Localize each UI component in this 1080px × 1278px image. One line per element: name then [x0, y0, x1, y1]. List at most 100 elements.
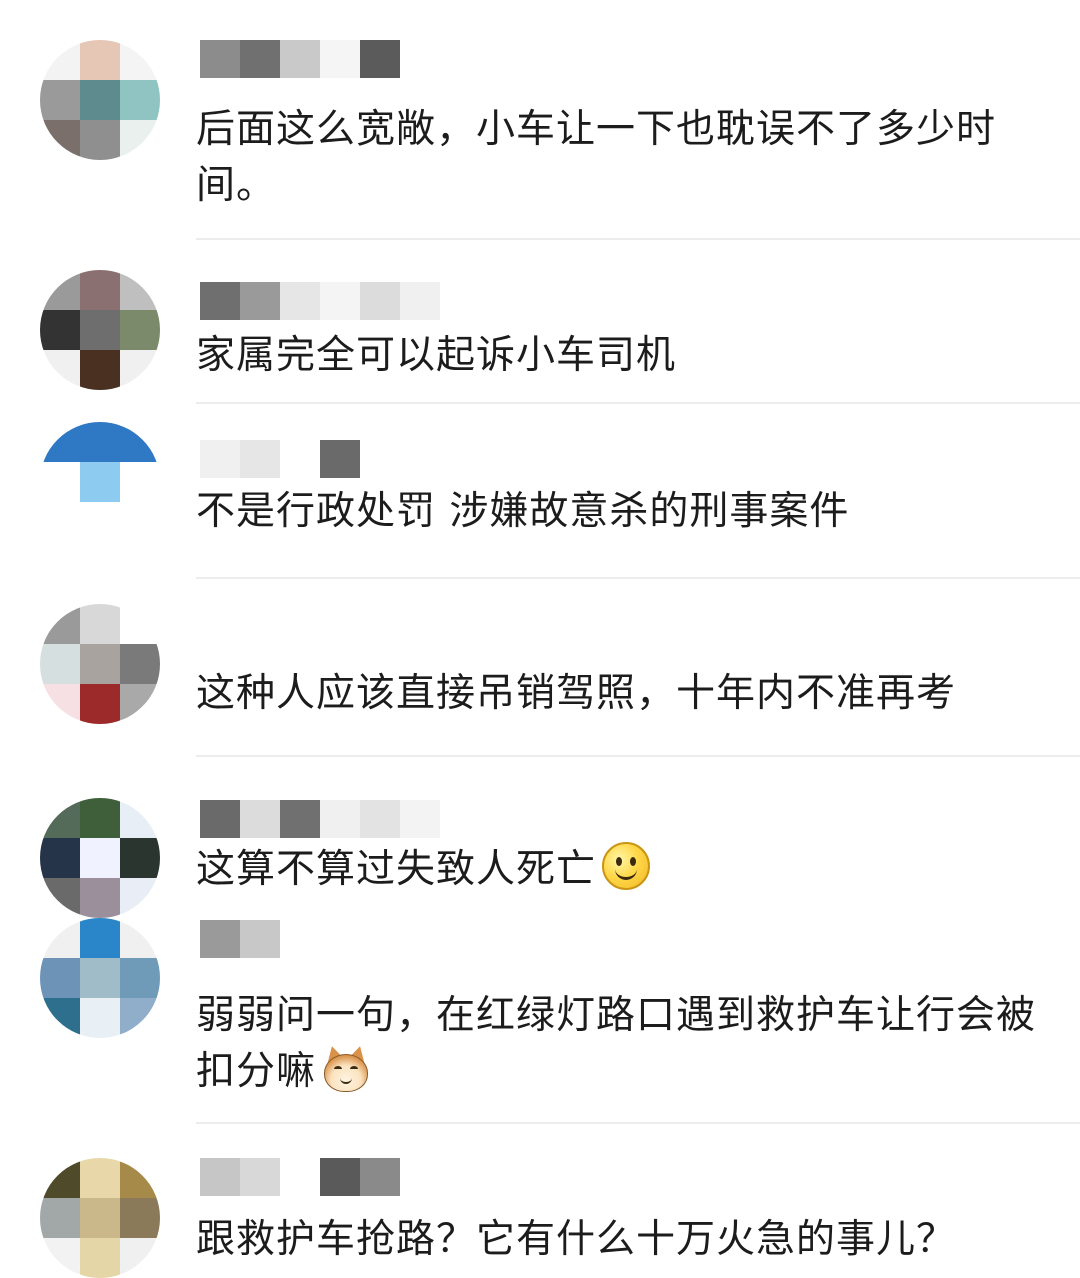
comment-item[interactable]: 不是行政处罚 涉嫌故意杀的刑事案件 [0, 404, 1080, 574]
avatar-pixel [40, 1238, 80, 1278]
avatar[interactable] [40, 604, 160, 724]
username-pixel [280, 1158, 320, 1196]
avatar-pixel [120, 350, 160, 390]
avatar-pixel [40, 40, 80, 80]
username-pixel [240, 920, 280, 958]
avatar-pixel [80, 422, 120, 462]
username-mosaic[interactable] [200, 40, 440, 78]
username-pixel [360, 282, 400, 320]
avatar[interactable] [40, 422, 160, 542]
avatar-pixel [40, 798, 80, 838]
avatar-pixel [120, 40, 160, 80]
avatar-pixel [120, 838, 160, 878]
avatar-pixel [80, 604, 120, 644]
username-pixel [320, 1158, 360, 1196]
username-pixel [280, 440, 320, 478]
username-pixel [400, 282, 440, 320]
avatar-pixel [40, 80, 80, 120]
avatar-pixel [40, 644, 80, 684]
avatar-pixel [120, 798, 160, 838]
avatar-pixel [80, 502, 120, 542]
comment-item[interactable]: 这算不算过失致人死亡 [0, 758, 1080, 918]
username-pixel [240, 604, 280, 642]
avatar-pixel [40, 684, 80, 724]
avatar-pixel [80, 918, 120, 958]
username-pixel [200, 920, 240, 958]
username-pixel [240, 800, 280, 838]
username-mosaic[interactable] [200, 440, 440, 478]
username-pixel [240, 1158, 280, 1196]
username-mosaic[interactable] [200, 282, 440, 320]
username-pixel [280, 800, 320, 838]
avatar-pixel [40, 310, 80, 350]
avatar-pixel [40, 1158, 80, 1198]
username-pixel [200, 440, 240, 478]
avatar-pixel [120, 422, 160, 462]
username-mosaic[interactable] [200, 800, 440, 838]
avatar-pixel [40, 502, 80, 542]
username-pixel [400, 440, 440, 478]
avatar-pixel [40, 838, 80, 878]
avatar[interactable] [40, 918, 160, 1038]
username-pixel [320, 604, 360, 642]
comment-item[interactable]: 跟救护车抢路？它有什么十万火急的事儿？ [0, 1124, 1080, 1278]
avatar-pixel [120, 502, 160, 542]
avatar-pixel [120, 1198, 160, 1238]
avatar-pixel [80, 1238, 120, 1278]
avatar[interactable] [40, 40, 160, 160]
avatar-pixel [80, 350, 120, 390]
avatar[interactable] [40, 1158, 160, 1278]
username-pixel [240, 40, 280, 78]
comment-text: 这种人应该直接吊销驾照，十年内不准再考 [196, 671, 957, 716]
avatar-pixel [80, 958, 120, 998]
avatar-pixel [40, 120, 80, 160]
avatar-pixel [120, 998, 160, 1038]
avatar-pixel [80, 310, 120, 350]
avatar-pixel [120, 1238, 160, 1278]
comment-text: 弱弱问一句，在红绿灯路口遇到救护车让行会被扣分嘛 [196, 988, 1056, 1100]
username-pixel [320, 440, 360, 478]
avatar-pixel [80, 798, 120, 838]
avatar-pixel [80, 684, 120, 724]
divider [196, 755, 1080, 757]
username-mosaic[interactable] [200, 920, 280, 958]
avatar-pixel [80, 998, 120, 1038]
comment-item[interactable]: 家属完全可以起诉小车司机 [0, 240, 1080, 400]
username-mosaic[interactable] [200, 604, 440, 642]
username-pixel [360, 604, 400, 642]
username-pixel [320, 282, 360, 320]
smile-emoji-icon [602, 842, 651, 890]
avatar-pixel [120, 462, 160, 502]
username-pixel [400, 40, 440, 78]
username-mosaic[interactable] [200, 1158, 440, 1196]
avatar-pixel [40, 604, 80, 644]
comment-text: 家属完全可以起诉小车司机 [196, 333, 677, 378]
username-pixel [360, 40, 400, 78]
avatar-pixel [40, 918, 80, 958]
username-pixel [400, 604, 440, 642]
avatar-pixel [80, 120, 120, 160]
avatar[interactable] [40, 270, 160, 390]
avatar-pixel [80, 644, 120, 684]
comment-text: 不是行政处罚 涉嫌故意杀的刑事案件 [196, 489, 850, 534]
comment-item[interactable]: 这种人应该直接吊销驾照，十年内不准再考 [0, 580, 1080, 755]
username-pixel [200, 1158, 240, 1196]
avatar-pixel [120, 1158, 160, 1198]
avatar-pixel [40, 422, 80, 462]
username-pixel [200, 800, 240, 838]
username-pixel [280, 40, 320, 78]
avatar-pixel [120, 604, 160, 644]
username-pixel [200, 282, 240, 320]
avatar-pixel [80, 80, 120, 120]
avatar-pixel [80, 1158, 120, 1198]
username-pixel [240, 440, 280, 478]
avatar-pixel [120, 120, 160, 160]
comment-item[interactable]: 弱弱问一句，在红绿灯路口遇到救护车让行会被扣分嘛 [0, 900, 1080, 1120]
username-pixel [400, 800, 440, 838]
avatar-pixel [40, 1198, 80, 1238]
avatar-pixel [120, 310, 160, 350]
comment-text: 后面这么宽敞，小车让一下也耽误不了多少时间。 [196, 107, 997, 208]
username-pixel [280, 604, 320, 642]
comment-item[interactable]: 后面这么宽敞，小车让一下也耽误不了多少时间。 [0, 0, 1080, 240]
username-pixel [200, 604, 240, 642]
